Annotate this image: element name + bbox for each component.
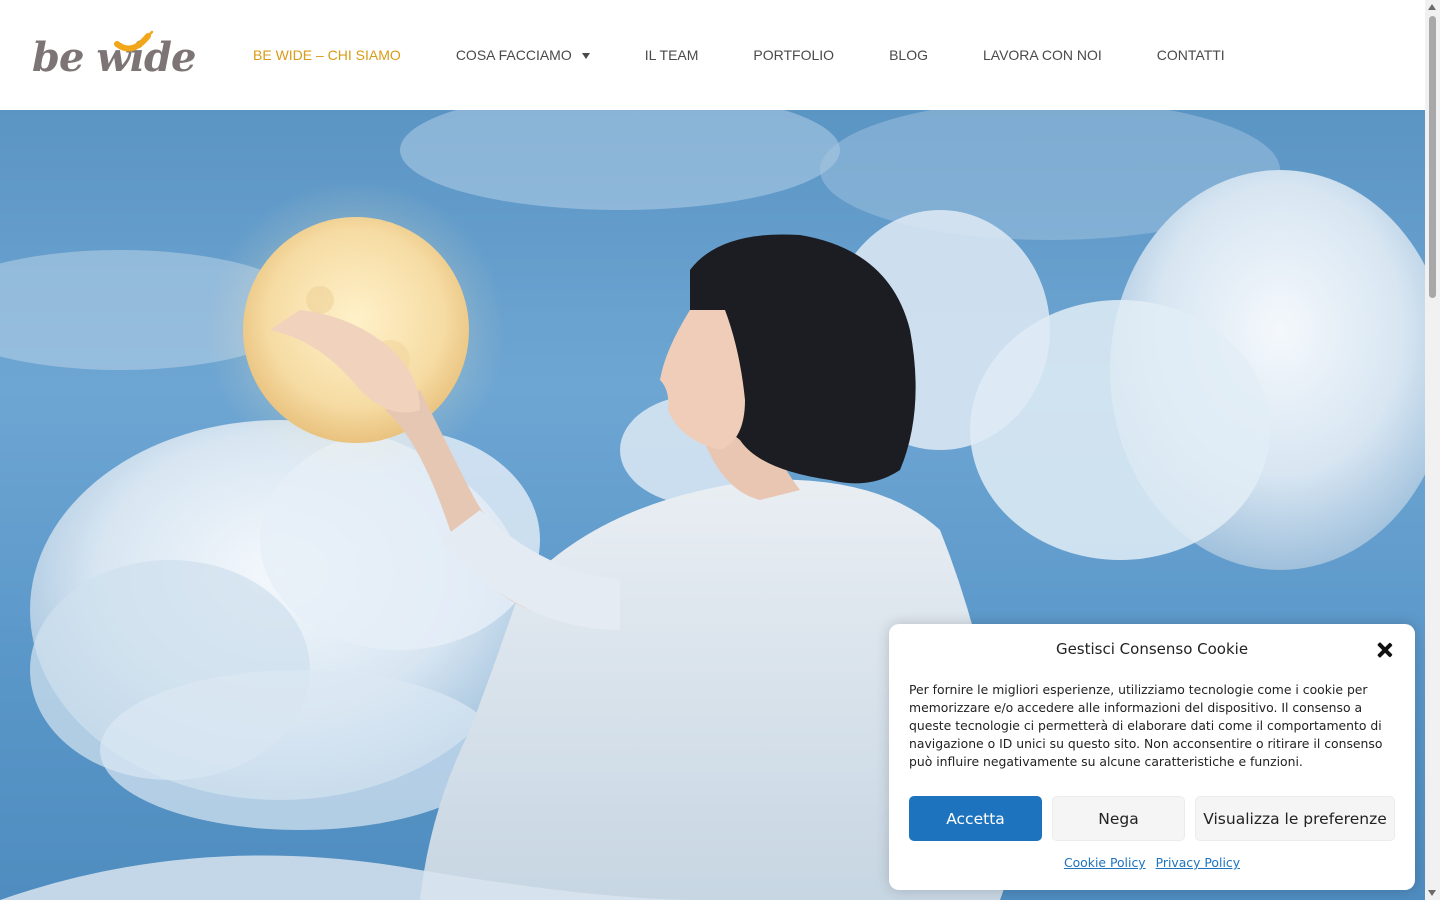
nav-label: IL TEAM (644, 47, 699, 63)
nav-item-chi-siamo[interactable]: BE WIDE – CHI SIAMO (253, 47, 401, 63)
nav-label: LAVORA CON NOI (982, 47, 1102, 63)
nav-label: PORTFOLIO (753, 47, 835, 63)
logo-smile-icon (114, 30, 154, 52)
privacy-policy-link[interactable]: Privacy Policy (1156, 855, 1240, 870)
scroll-thumb[interactable] (1429, 16, 1436, 298)
nav-label: COSA FACCIAMO (455, 47, 572, 63)
cookie-consent-dialog: Gestisci Consenso Cookie Per fornire le … (889, 624, 1415, 890)
main-nav: BE WIDE – CHI SIAMO COSA FACCIAMO IL TEA… (253, 44, 1280, 66)
nav-item-il-team[interactable]: IL TEAM (645, 47, 699, 63)
scroll-down-arrow-icon[interactable] (1428, 890, 1436, 896)
nav-item-portfolio[interactable]: PORTFOLIO (753, 47, 834, 63)
page-scrollbar[interactable] (1425, 0, 1440, 900)
nav-label: CONTATTI (1156, 47, 1225, 63)
cookie-dialog-title: Gestisci Consenso Cookie (1055, 640, 1249, 658)
close-icon[interactable] (1375, 640, 1395, 660)
caret-down-icon (581, 52, 590, 59)
site-header: be wide BE WIDE – CHI SIAMO COSA FACCIAM… (0, 0, 1425, 110)
nav-item-lavora-con-noi[interactable]: LAVORA CON NOI (983, 47, 1102, 63)
deny-button[interactable]: Nega (1052, 796, 1185, 841)
accept-button[interactable]: Accetta (909, 796, 1042, 841)
cookie-dialog-text: Per fornire le migliori esperienze, util… (909, 682, 1383, 769)
view-preferences-button[interactable]: Visualizza le preferenze (1195, 796, 1395, 841)
nav-label: BE WIDE – CHI SIAMO (253, 47, 401, 63)
be-wide-logo[interactable]: be wide (32, 30, 196, 82)
nav-item-contatti[interactable]: CONTATTI (1157, 47, 1225, 63)
scroll-up-arrow-icon[interactable] (1428, 4, 1436, 10)
nav-item-blog[interactable]: BLOG (889, 47, 928, 63)
cookie-policy-link[interactable]: Cookie Policy (1064, 855, 1146, 870)
cookie-policy-links: Cookie Policy Privacy Policy (889, 855, 1415, 870)
nav-item-cosa-facciamo[interactable]: COSA FACCIAMO (456, 47, 590, 63)
nav-label: BLOG (889, 47, 928, 63)
